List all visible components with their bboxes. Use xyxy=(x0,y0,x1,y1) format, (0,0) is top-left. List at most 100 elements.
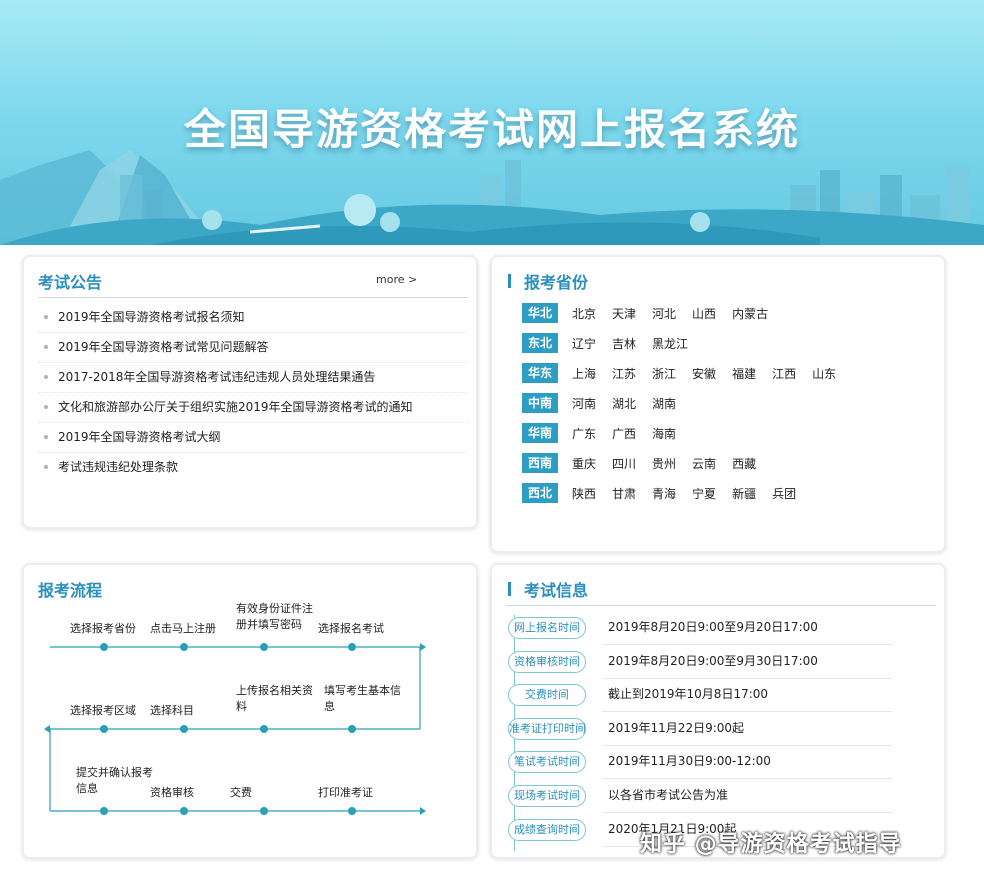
region-tag: 西南 xyxy=(522,453,558,473)
header-banner: 全国导游资格考试网上报名系统 xyxy=(0,0,984,245)
region-tag: 中南 xyxy=(522,393,558,413)
page-title: 全国导游资格考试网上报名系统 xyxy=(183,105,800,154)
notice-panel: 考试公告 more > 2019年全国导游资格考试报名须知 2019年全国导游资… xyxy=(22,255,478,529)
province-link[interactable]: 宁夏 xyxy=(692,485,716,502)
exam-info-panel: 考试信息 网上报名时间 2019年8月20日9:00至9月20日17:00 资格审核… xyxy=(490,563,946,859)
flow-step-label: 选择科目 xyxy=(150,704,194,717)
region-row: 华东 上海 江苏 浙江 安徽 福建 江西 山东 xyxy=(522,362,852,384)
flow-step-dot xyxy=(180,643,188,651)
info-label: 成绩查询时间 xyxy=(508,818,586,841)
title-marker xyxy=(508,274,511,288)
exam-info-row: 现场考试时间 以各省市考试公告为准 xyxy=(508,779,892,813)
province-link[interactable]: 上海 xyxy=(572,365,596,382)
province-link[interactable]: 云南 xyxy=(692,455,716,472)
province-link[interactable]: 福建 xyxy=(732,365,756,382)
flow-step-dot xyxy=(348,643,356,651)
info-divider xyxy=(506,605,936,606)
province-link[interactable]: 新疆 xyxy=(732,485,756,502)
province-link[interactable]: 辽宁 xyxy=(572,335,596,352)
region-tag: 华南 xyxy=(522,423,558,443)
notice-item[interactable]: 2017-2018年全国导游资格考试违纪违规人员处理结果通告 xyxy=(38,363,468,393)
flow-step-dot xyxy=(348,807,356,815)
notice-text: 文化和旅游部办公厅关于组织实施2019年全国导游资格考试的通知 xyxy=(58,400,413,414)
province-link[interactable]: 浙江 xyxy=(652,365,676,382)
province-link[interactable]: 江西 xyxy=(772,365,796,382)
flow-step-label: 选择报名考试 xyxy=(318,622,384,635)
province-link[interactable]: 贵州 xyxy=(652,455,676,472)
province-link[interactable]: 河北 xyxy=(652,305,676,322)
notice-item[interactable]: 文化和旅游部办公厅关于组织实施2019年全国导游资格考试的通知 xyxy=(38,393,468,423)
region-tag: 东北 xyxy=(522,333,558,353)
province-link[interactable]: 安徽 xyxy=(692,365,716,382)
province-panel: 报考省份 华北 北京 天津 河北 山西 内蒙古 东北 辽宁 吉林 黑龙江 华东 上海 江苏 浙江 安徽 福建江… xyxy=(490,255,946,553)
notice-item[interactable]: 2019年全国导游资格考试常见问题解答 xyxy=(38,333,468,363)
flow-step-label: 填写考生基本信息 xyxy=(324,684,401,713)
province-link[interactable]: 甘肃 xyxy=(612,485,636,502)
province-link[interactable]: 广东 xyxy=(572,425,596,442)
bullet-icon xyxy=(44,375,48,379)
notice-item[interactable]: 2019年全国导游资格考试报名须知 xyxy=(38,303,468,333)
region-tag: 华东 xyxy=(522,363,558,383)
flow-step-label: 上传报名相关资料 xyxy=(236,684,313,713)
region-row: 华南 广东 广西 海南 xyxy=(522,422,692,444)
province-link[interactable]: 兵团 xyxy=(772,485,796,502)
province-link[interactable]: 河南 xyxy=(572,395,596,412)
province-link[interactable]: 北京 xyxy=(572,305,596,322)
more-link[interactable]: more > xyxy=(376,273,417,286)
flow-step-label: 交费 xyxy=(230,786,252,799)
flow-step-dot xyxy=(100,725,108,733)
region-tag: 西北 xyxy=(522,483,558,503)
exam-info-row: 资格审核时间 2019年8月20日9:00至9月30日17:00 xyxy=(508,645,892,679)
flow-panel: 报考流程 选择报考省份 点击马上注册 有效身份证件注册并填写密码 选择报名考试 选择报考… xyxy=(22,563,478,859)
province-link[interactable]: 山西 xyxy=(692,305,716,322)
notice-text: 考试违规违纪处理条款 xyxy=(58,460,179,474)
province-link[interactable]: 黑龙江 xyxy=(652,335,688,352)
province-title: 报考省份 xyxy=(524,273,589,292)
watermark: 知乎 @导游资格考试指导 xyxy=(640,832,902,857)
bullet-icon xyxy=(44,405,48,409)
info-value: 2019年8月20日9:00至9月30日17:00 xyxy=(602,645,892,679)
province-link[interactable]: 陕西 xyxy=(572,485,596,502)
notice-text: 2019年全国导游资格考试报名须知 xyxy=(58,310,245,324)
exam-info-title: 考试信息 xyxy=(524,581,589,600)
flow-step-dot xyxy=(180,807,188,815)
exam-info-row: 网上报名时间 2019年8月20日9:00至9月20日17:00 xyxy=(508,611,892,645)
province-link[interactable]: 吉林 xyxy=(612,335,636,352)
province-link[interactable]: 西藏 xyxy=(732,455,756,472)
notice-item[interactable]: 2019年全国导游资格考试大纲 xyxy=(38,423,468,453)
notice-divider xyxy=(38,297,468,298)
exam-info-row: 准考证打印时间 2019年11月22日9:00起 xyxy=(508,712,892,746)
notice-item[interactable]: 考试违规违纪处理条款 xyxy=(38,453,468,483)
province-link[interactable]: 湖南 xyxy=(652,395,676,412)
flow-step-label: 打印准考证 xyxy=(318,786,373,799)
flow-step-dot xyxy=(260,725,268,733)
flow-step-dot xyxy=(260,807,268,815)
province-link[interactable]: 海南 xyxy=(652,425,676,442)
province-link[interactable]: 湖北 xyxy=(612,395,636,412)
info-label: 网上报名时间 xyxy=(508,617,586,639)
info-value: 2019年11月30日9:00-12:00 xyxy=(602,745,892,780)
bullet-icon xyxy=(44,435,48,439)
province-link[interactable]: 青海 xyxy=(652,485,676,502)
province-link[interactable]: 广西 xyxy=(612,425,636,442)
flow-step-dot xyxy=(100,643,108,651)
notice-title: 考试公告 xyxy=(38,273,103,292)
flow-step-label: 有效身份证件注册并填写密码 xyxy=(236,602,313,631)
flow-step-label: 提交并确认报考信息 xyxy=(76,766,153,795)
info-label: 笔试考试时间 xyxy=(508,751,586,774)
province-link[interactable]: 重庆 xyxy=(572,455,596,472)
province-link[interactable]: 内蒙古 xyxy=(732,305,768,322)
info-label: 资格审核时间 xyxy=(508,650,586,673)
region-row: 西南 重庆 四川 贵州 云南 西藏 xyxy=(522,452,772,474)
region-row: 中南 河南 湖北 湖南 xyxy=(522,392,692,414)
flow-step-label: 点击马上注册 xyxy=(150,622,216,635)
info-value: 以各省市考试公告为准 xyxy=(602,779,892,813)
province-link[interactable]: 四川 xyxy=(612,455,636,472)
notice-text: 2019年全国导游资格考试常见问题解答 xyxy=(58,340,269,354)
flow-step-dot xyxy=(260,643,268,651)
flow-step-dot xyxy=(180,725,188,733)
notice-text: 2017-2018年全国导游资格考试违纪违规人员处理结果通告 xyxy=(58,370,376,384)
province-link[interactable]: 天津 xyxy=(612,305,636,322)
province-link[interactable]: 山东 xyxy=(812,365,836,382)
province-link[interactable]: 江苏 xyxy=(612,365,636,382)
